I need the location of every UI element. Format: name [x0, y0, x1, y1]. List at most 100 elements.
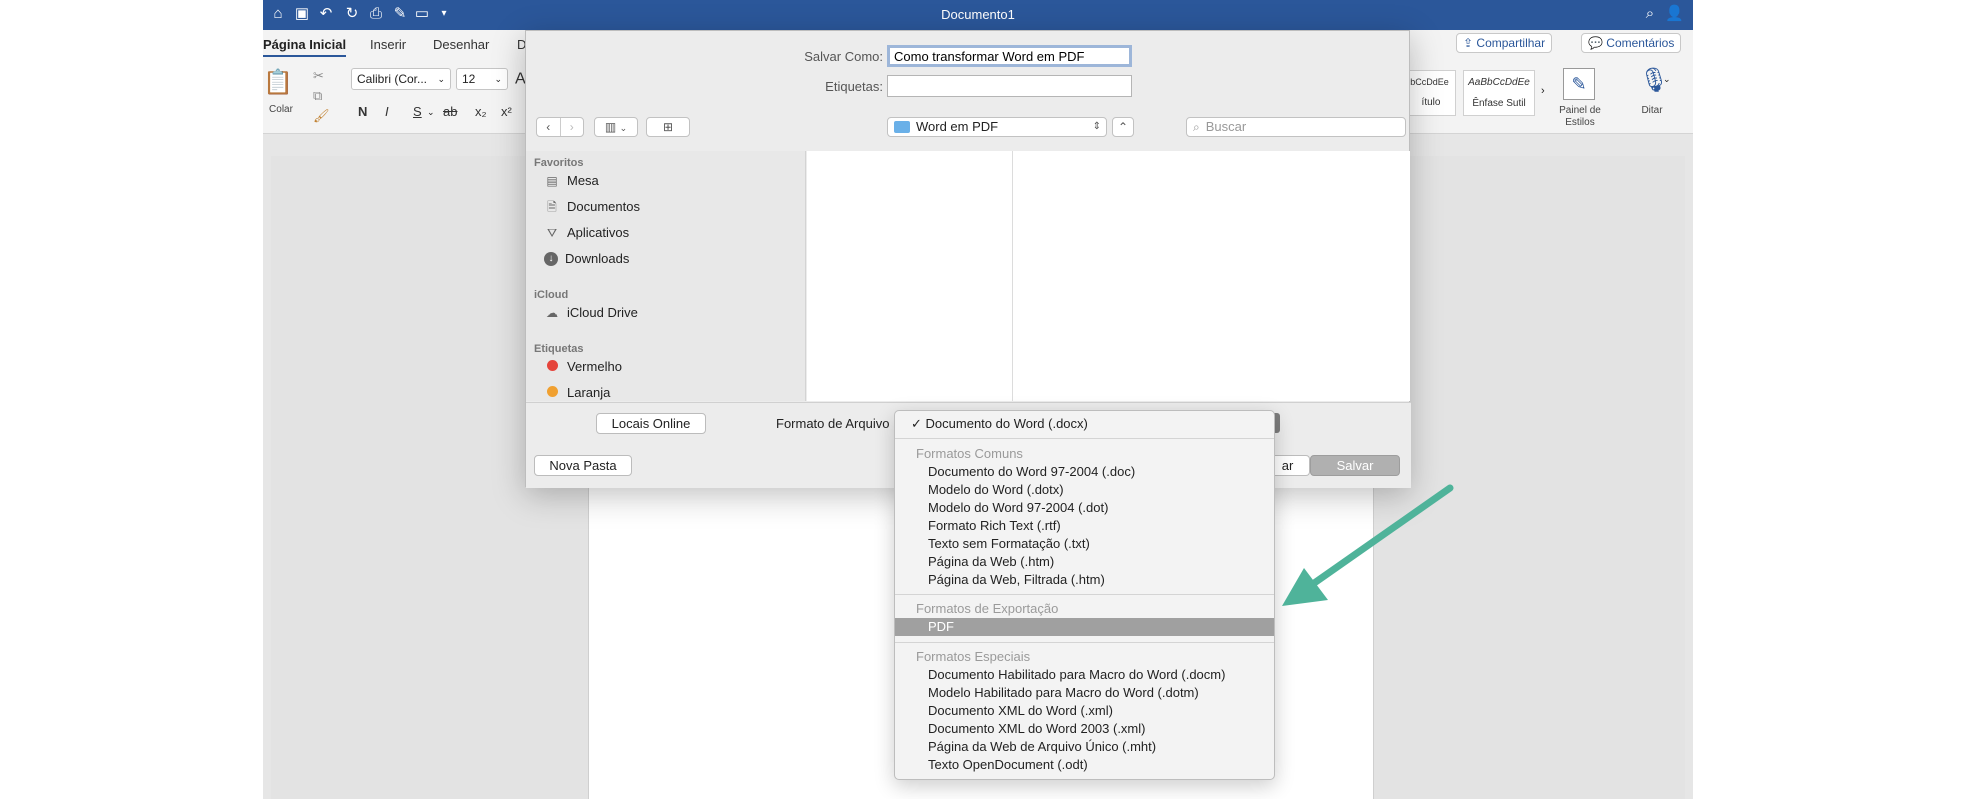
menu-item-xml[interactable]: Documento XML do Word (.xml): [895, 702, 1274, 720]
menu-item-htm[interactable]: Página da Web (.htm): [895, 553, 1274, 571]
superscript-button[interactable]: x²: [501, 104, 512, 119]
menu-item-dotx[interactable]: Modelo do Word (.dotx): [895, 481, 1274, 499]
comment-icon: 💬: [1588, 36, 1603, 50]
subscript-button[interactable]: x₂: [475, 104, 487, 119]
orange-tag-icon: [544, 385, 560, 400]
styles-pane-icon[interactable]: ✎: [1563, 68, 1595, 100]
menu-item-docx[interactable]: ✓ Documento do Word (.docx): [895, 415, 1274, 433]
collapse-button[interactable]: ⌃: [1112, 117, 1134, 137]
chevron-up-icon: ⌃: [1117, 120, 1129, 134]
columns-view-icon: ▥: [604, 120, 617, 134]
menu-item-htm-filtered[interactable]: Página da Web, Filtrada (.htm): [895, 571, 1274, 589]
folder-icon: [894, 121, 910, 133]
file-format-label: Formato de Arquivo: [776, 416, 890, 431]
up-down-chevron-icon: ⇕: [1092, 121, 1101, 132]
view-mode-button[interactable]: ▥ ⌄: [594, 117, 638, 137]
column-divider: [1012, 151, 1013, 401]
document-icon: 🗎: [547, 199, 557, 214]
strikethrough-button[interactable]: ab: [443, 104, 457, 119]
location-select[interactable]: Word em PDF ⇕: [887, 117, 1107, 137]
menu-separator: [895, 594, 1274, 595]
red-tag-icon: [544, 359, 560, 374]
filename-input[interactable]: [887, 45, 1132, 67]
style-tile-title[interactable]: AaBbCcDdEe ítulo: [1406, 70, 1456, 116]
menu-item-doc[interactable]: Documento do Word 97-2004 (.doc): [895, 463, 1274, 481]
window-title: Documento1: [941, 7, 1015, 22]
desktop-icon: ▤: [546, 173, 558, 188]
tags-header: Etiquetas: [534, 343, 584, 355]
menu-item-odt[interactable]: Texto OpenDocument (.odt): [895, 756, 1274, 774]
bold-button[interactable]: N: [358, 104, 367, 119]
menu-item-pdf[interactable]: PDF: [895, 618, 1274, 636]
sidebar-item-aplicativos[interactable]: ⛛ Aplicativos: [544, 225, 629, 240]
annotation-arrow-icon: [1282, 484, 1454, 606]
menu-item-txt[interactable]: Texto sem Formatação (.txt): [895, 535, 1274, 553]
tab-insert[interactable]: Inserir: [370, 37, 406, 52]
sidebar-item-downloads[interactable]: ↓ Downloads: [544, 251, 629, 266]
download-icon: ↓: [544, 251, 558, 266]
cut-icon[interactable]: ✂: [313, 68, 324, 84]
chevron-down-icon: ⌄: [494, 74, 502, 84]
chevron-right-icon[interactable]: ›: [1541, 85, 1545, 97]
online-locations-button[interactable]: Locais Online: [596, 413, 706, 434]
font-size-select[interactable]: 12 ⌄: [456, 68, 508, 90]
file-browser-columns[interactable]: [807, 151, 1410, 401]
favorites-header: Favoritos: [534, 157, 584, 169]
sidebar-item-vermelho[interactable]: Vermelho: [544, 359, 622, 374]
menu-item-rtf[interactable]: Formato Rich Text (.rtf): [895, 517, 1274, 535]
chevron-down-icon[interactable]: ⌄: [427, 107, 435, 118]
styles-pane-label-2: Estilos: [1565, 117, 1595, 128]
menu-header-export: Formatos de Exportação: [916, 601, 1059, 616]
menu-separator: [895, 642, 1274, 643]
sidebar-item-icloud-drive[interactable]: ☁ iCloud Drive: [544, 305, 638, 320]
menu-header-common: Formatos Comuns: [916, 446, 1023, 461]
search-icon[interactable]: ⌕: [1641, 5, 1659, 23]
checkmark-icon: ✓: [911, 416, 922, 431]
share-icon: ⇪: [1463, 36, 1474, 50]
search-field[interactable]: ⌕ Buscar: [1186, 117, 1406, 137]
tab-home[interactable]: Página Inicial: [263, 37, 347, 57]
copy-icon[interactable]: ⧉: [313, 88, 322, 104]
back-forward-buttons: ‹ ›: [536, 117, 584, 137]
styles-pane-label-1: Painel de: [1559, 105, 1601, 116]
chevron-down-icon: ⌄: [437, 74, 445, 84]
tab-draw[interactable]: Desenhar: [433, 37, 489, 52]
cloud-icon: ☁: [546, 305, 558, 320]
forward-icon[interactable]: ›: [561, 118, 584, 136]
dialog-sidebar: Favoritos ▤ Mesa 🗎 Documentos ⛛ Aplicativos…: [526, 151, 806, 401]
search-icon: ⌕: [1193, 120, 1200, 134]
title-bar: ⌂ ▣ ↶ ↻ ⎙ ✎ ▭ ▾ Documento1 ⌕ 👤: [263, 0, 1693, 30]
underline-button[interactable]: S: [413, 104, 422, 119]
menu-item-dot[interactable]: Modelo do Word 97-2004 (.dot): [895, 499, 1274, 517]
paste-label: Colar: [269, 104, 293, 115]
format-painter-icon[interactable]: 🖌: [313, 108, 330, 124]
menu-item-xml-2003[interactable]: Documento XML do Word 2003 (.xml): [895, 720, 1274, 738]
menu-item-mht[interactable]: Página da Web de Arquivo Único (.mht): [895, 738, 1274, 756]
menu-separator: [895, 438, 1274, 439]
icloud-header: iCloud: [534, 289, 569, 301]
save-as-label: Salvar Como:: [804, 49, 883, 64]
new-folder-icon[interactable]: ⊞: [646, 117, 690, 137]
sidebar-item-documentos[interactable]: 🗎 Documentos: [544, 199, 640, 214]
applications-icon: ⛛: [546, 225, 558, 240]
italic-button[interactable]: I: [385, 104, 389, 119]
menu-item-dotm[interactable]: Modelo Habilitado para Macro do Word (.d…: [895, 684, 1274, 702]
back-icon[interactable]: ‹: [537, 118, 561, 136]
tags-input[interactable]: [887, 75, 1132, 97]
tags-label: Etiquetas:: [825, 79, 883, 94]
sidebar-item-mesa[interactable]: ▤ Mesa: [544, 173, 598, 188]
file-format-menu: ✓ Documento do Word (.docx) Formatos Com…: [894, 410, 1275, 780]
chevron-down-icon[interactable]: ⌄: [1663, 74, 1671, 85]
sidebar-item-laranja[interactable]: Laranja: [544, 385, 610, 400]
paste-icon[interactable]: 📋: [263, 68, 295, 98]
style-tile-subtle-emphasis[interactable]: AaBbCcDdEe Ênfase Sutil: [1463, 70, 1535, 116]
menu-item-docm[interactable]: Documento Habilitado para Macro do Word …: [895, 666, 1274, 684]
menu-header-special: Formatos Especiais: [916, 649, 1031, 664]
chevron-down-icon: ⌄: [619, 123, 628, 133]
comments-button[interactable]: 💬 Comentários: [1581, 33, 1682, 53]
dictate-label: Ditar: [1641, 105, 1663, 116]
new-folder-button[interactable]: Nova Pasta: [534, 455, 632, 476]
share-button[interactable]: ⇪ Compartilhar: [1456, 33, 1553, 53]
account-icon[interactable]: 👤: [1665, 5, 1684, 23]
font-name-select[interactable]: Calibri (Cor... ⌄: [351, 68, 451, 90]
